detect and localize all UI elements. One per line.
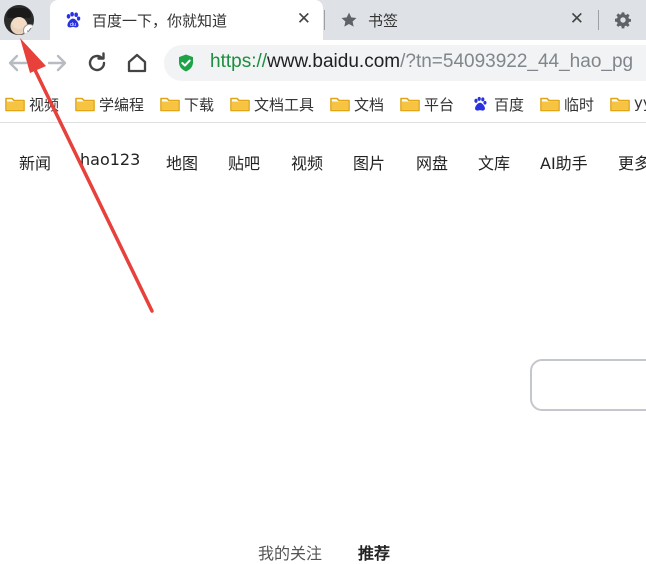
- feed-tab-follow[interactable]: 我的关注: [258, 540, 322, 564]
- star-icon: [341, 12, 357, 27]
- nav-link-ai-assistant[interactable]: AI助手: [540, 150, 588, 174]
- tab-close-icon[interactable]: ✕: [297, 10, 311, 28]
- bookmark-folder[interactable]: yy: [610, 93, 646, 115]
- folder-icon: [75, 97, 95, 112]
- url-host: www.baidu.com: [267, 51, 401, 72]
- bookmark-label: 学编程: [99, 96, 145, 114]
- reload-icon[interactable]: [83, 49, 111, 77]
- nav-link-images[interactable]: 图片: [353, 150, 385, 174]
- url-text: https://www.baidu.com/?tn=54093922_44_ha…: [210, 51, 633, 73]
- tab-settings[interactable]: [600, 0, 646, 40]
- bookmark-label: 平台: [424, 96, 455, 114]
- baidu-top-nav: 新闻 hao123 地图 贴吧 视频 图片 网盘 文库 AI助手 更多: [0, 150, 646, 174]
- browser-toolbar: https://www.baidu.com/?tn=54093922_44_ha…: [0, 40, 646, 86]
- svg-text:du: du: [70, 22, 76, 28]
- avatar-badge-icon: ✓: [23, 24, 34, 35]
- nav-link-tieba[interactable]: 贴吧: [228, 150, 260, 174]
- folder-icon: [540, 97, 560, 112]
- nav-link-wenku[interactable]: 文库: [478, 150, 510, 174]
- nav-link-more[interactable]: 更多: [618, 150, 646, 174]
- tab-separator: [324, 10, 325, 30]
- url-scheme: https://: [210, 51, 268, 72]
- profile-avatar[interactable]: ✓: [4, 5, 34, 35]
- tab-baidu[interactable]: du 百度一下，你就知道 ✕: [50, 0, 323, 40]
- tab-bookmarks[interactable]: 书签 ✕: [326, 0, 596, 40]
- back-arrow-icon[interactable]: [4, 49, 32, 77]
- folder-icon: [610, 97, 630, 112]
- tab-close-icon[interactable]: ✕: [570, 10, 584, 28]
- tab-title: 百度一下，你就知道: [92, 12, 228, 30]
- gear-icon: [614, 12, 632, 29]
- baidu-paw-icon: [474, 96, 487, 111]
- forward-arrow-icon[interactable]: [43, 49, 71, 77]
- nav-link-hao123[interactable]: hao123: [80, 150, 140, 169]
- address-bar[interactable]: https://www.baidu.com/?tn=54093922_44_ha…: [164, 45, 646, 81]
- bookmark-label: 文档: [354, 96, 385, 114]
- bookmark-label: 视频: [29, 96, 60, 114]
- feed-tab-recommend[interactable]: 推荐: [358, 540, 390, 564]
- tab-title: 书签: [368, 12, 399, 30]
- nav-link-news[interactable]: 新闻: [19, 150, 51, 174]
- search-input[interactable]: [530, 359, 646, 411]
- nav-link-map[interactable]: 地图: [166, 150, 198, 174]
- folder-icon: [5, 97, 25, 112]
- tab-separator: [598, 10, 599, 30]
- baidu-paw-icon: du: [66, 11, 81, 28]
- tab-strip: ✓ du 百度一下，你就知道 ✕ 书签 ✕: [0, 0, 646, 40]
- nav-link-netdisk[interactable]: 网盘: [416, 150, 448, 174]
- bookmark-label: 下载: [184, 96, 215, 114]
- folder-icon: [160, 97, 180, 112]
- nav-link-video[interactable]: 视频: [291, 150, 323, 174]
- folder-icon: [230, 97, 250, 112]
- folder-icon: [400, 97, 420, 112]
- secure-shield-icon[interactable]: [176, 53, 196, 73]
- bookmark-label: 百度: [494, 96, 525, 114]
- url-path: /?tn=54093922_44_hao_pg: [400, 51, 634, 72]
- bookmarks-bar: 视频 学编程 下载 文档工具 文档 平台 百度 临时 yy: [0, 86, 646, 123]
- home-icon[interactable]: [123, 49, 151, 77]
- folder-icon: [330, 97, 350, 112]
- bookmark-label: 临时: [564, 96, 595, 114]
- bookmark-label: 文档工具: [254, 96, 315, 114]
- bookmark-label: yy: [634, 94, 646, 112]
